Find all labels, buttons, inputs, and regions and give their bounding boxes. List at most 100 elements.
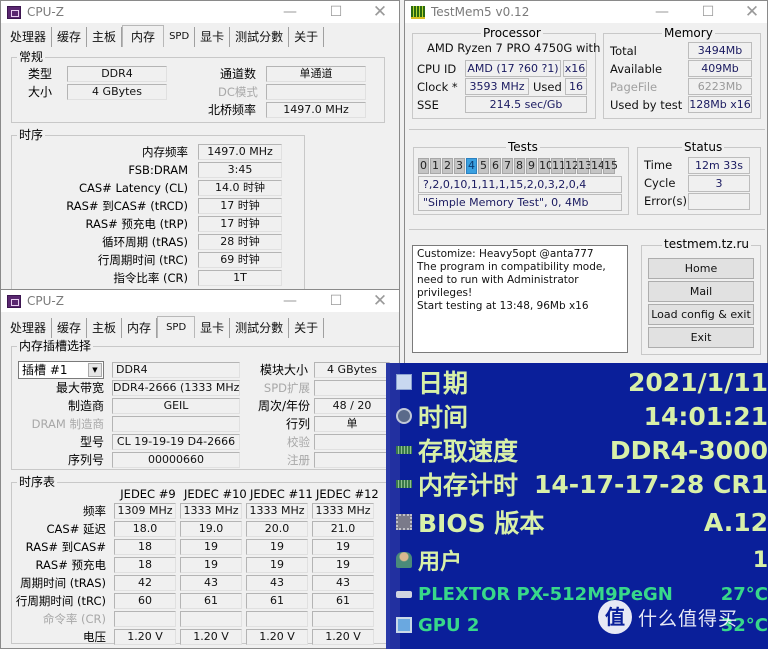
timing-label: FSB:DRAM bbox=[128, 163, 188, 177]
slot-select[interactable]: 插槽 #1 ▼ bbox=[18, 361, 104, 379]
tab-spd[interactable]: SPD bbox=[164, 27, 196, 47]
test-cell-10[interactable]: 10 bbox=[538, 158, 553, 174]
test-cell-9[interactable]: 9 bbox=[526, 158, 537, 174]
test-cell-2[interactable]: 2 bbox=[442, 158, 453, 174]
test-cell-1[interactable]: 1 bbox=[430, 158, 441, 174]
minimize-button[interactable]: — bbox=[645, 1, 679, 23]
sensor-value: DDR4-3000 bbox=[609, 435, 768, 465]
sensor-value: 14:01:21 bbox=[643, 401, 768, 431]
serial-number-label: 序列号 bbox=[67, 453, 104, 467]
memory-group-title: Memory bbox=[662, 26, 715, 40]
tab-mainboard[interactable]: 主板 bbox=[87, 318, 123, 338]
tab-spd[interactable]: SPD bbox=[157, 316, 196, 338]
week-year-value: 48 / 20 bbox=[314, 398, 390, 414]
dram-manufacturer-value bbox=[112, 416, 240, 432]
processor-group: Processor AMD Ryzen 7 PRO 4750G with CPU… bbox=[412, 26, 600, 119]
test-cell-6[interactable]: 6 bbox=[490, 158, 501, 174]
timing-label: 指令比率 (CR) bbox=[113, 271, 188, 285]
tab-memory[interactable]: 内存 bbox=[122, 318, 158, 338]
sensor-row: 日期 2021/1/11 bbox=[390, 365, 768, 399]
cycle-value: 3 bbox=[688, 175, 750, 192]
test-cell-3[interactable]: 3 bbox=[454, 158, 465, 174]
timing-value: 1497.0 MHz bbox=[198, 144, 282, 160]
tab-memory[interactable]: 内存 bbox=[122, 25, 165, 47]
general-group: 常规 类型 DDR4 大小 4 GBytes 通道数 单通道 DC模式 北桥频率… bbox=[11, 50, 385, 123]
slot-select-value: 插槽 #1 bbox=[22, 363, 68, 377]
timing-cell: 19 bbox=[180, 557, 242, 573]
tab-cpu[interactable]: 处理器 bbox=[5, 318, 53, 338]
close-button[interactable]: ✕ bbox=[363, 1, 397, 23]
tests-group-title: Tests bbox=[506, 140, 540, 154]
nb-freq-value: 1497.0 MHz bbox=[266, 102, 366, 118]
test-cell-5[interactable]: 5 bbox=[478, 158, 489, 174]
test-cell-14[interactable]: 14 bbox=[590, 158, 605, 174]
timing-cell: 43 bbox=[246, 575, 308, 591]
tab-about[interactable]: 关于 bbox=[289, 27, 325, 47]
tab-caches[interactable]: 缓存 bbox=[52, 27, 88, 47]
tab-mainboard[interactable]: 主板 bbox=[87, 27, 123, 47]
load-config-exit-button[interactable]: Load config & exit bbox=[648, 304, 754, 325]
test-cell-13[interactable]: 13 bbox=[577, 158, 592, 174]
timing-cell: 1.20 V bbox=[180, 629, 242, 645]
maximize-button[interactable]: ☐ bbox=[319, 1, 353, 23]
sensor-label: BIOS 版本 bbox=[418, 509, 545, 538]
exit-button[interactable]: Exit bbox=[648, 327, 754, 348]
test-cell-11[interactable]: 11 bbox=[551, 158, 566, 174]
part-number-label: 型号 bbox=[79, 435, 104, 449]
timing-cell: 19 bbox=[312, 539, 374, 555]
tab-bench[interactable]: 测試分數 bbox=[230, 27, 290, 47]
timing-label: RAS# 到CAS# (tRCD) bbox=[66, 199, 188, 213]
maximize-button[interactable]: ☐ bbox=[691, 1, 725, 23]
site-group-title: testmem.tz.ru bbox=[662, 237, 751, 251]
test-sequence: ?,2,0,10,1,11,1,15,2,0,3,2,0,4 bbox=[418, 176, 622, 193]
timing-row-label: CAS# 延迟 bbox=[46, 522, 107, 536]
test-cell-15[interactable]: 15 bbox=[603, 158, 618, 174]
timing-cell: 19.0 bbox=[180, 521, 242, 537]
clock-icon bbox=[396, 408, 412, 424]
tab-graphics[interactable]: 显卡 bbox=[195, 318, 231, 338]
registered-value bbox=[314, 452, 390, 468]
nb-freq-label: 北桥频率 bbox=[208, 103, 257, 117]
mail-button[interactable]: Mail bbox=[648, 281, 754, 302]
chevron-down-icon[interactable]: ▼ bbox=[88, 363, 102, 377]
tab-graphics[interactable]: 显卡 bbox=[195, 27, 231, 47]
size-label: 大小 bbox=[28, 85, 53, 99]
test-cell-8[interactable]: 8 bbox=[514, 158, 525, 174]
memory-group: Memory Total 3494Mb Available 409Mb Page… bbox=[603, 26, 761, 119]
tab-caches[interactable]: 缓存 bbox=[52, 318, 88, 338]
tab-bench[interactable]: 测試分數 bbox=[230, 318, 290, 338]
used-by-test-label: Used by test bbox=[610, 98, 683, 112]
tab-about[interactable]: 关于 bbox=[289, 318, 325, 338]
timing-value: 1T bbox=[198, 270, 282, 286]
timing-cell: 1309 MHz bbox=[114, 503, 176, 519]
home-button[interactable]: Home bbox=[648, 258, 754, 279]
cycle-label: Cycle bbox=[644, 176, 676, 190]
maximize-button[interactable]: ☐ bbox=[319, 290, 353, 312]
spd-ext-value bbox=[314, 380, 390, 396]
test-cell-4[interactable]: 4 bbox=[466, 158, 477, 174]
sensor-value: 1 bbox=[752, 547, 768, 573]
close-button[interactable]: ✕ bbox=[363, 290, 397, 312]
log-output[interactable]: Customize: Heavy5opt @anta777 The program… bbox=[412, 245, 628, 353]
spd-ext-label: SPD扩展 bbox=[263, 381, 310, 395]
clock-value: 3593 MHz bbox=[465, 78, 529, 95]
tab-cpu[interactable]: 处理器 bbox=[5, 27, 53, 47]
test-cell-0[interactable]: 0 bbox=[418, 158, 429, 174]
log-line: The program in compatibility mode, bbox=[417, 261, 606, 273]
ranks-label: 行列 bbox=[285, 417, 310, 431]
timing-label: 行周期时间 (tRC) bbox=[97, 253, 188, 267]
test-cell-12[interactable]: 12 bbox=[564, 158, 579, 174]
user-icon bbox=[396, 552, 412, 568]
close-button[interactable]: ✕ bbox=[735, 1, 767, 23]
minimize-button[interactable]: — bbox=[273, 1, 307, 23]
timing-cell: 1333 MHz bbox=[246, 503, 308, 519]
sensor-label: 用户 bbox=[418, 550, 463, 575]
test-cell-7[interactable]: 7 bbox=[502, 158, 513, 174]
title-bar: CPU-Z — ☐ ✕ bbox=[1, 290, 399, 312]
sse-label: SSE bbox=[417, 98, 439, 112]
manufacturer-label: 制造商 bbox=[67, 399, 104, 413]
divider bbox=[409, 129, 765, 130]
minimize-button[interactable]: — bbox=[273, 290, 307, 312]
size-value: 4 GBytes bbox=[67, 84, 167, 100]
timing-value: 69 时钟 bbox=[198, 252, 282, 268]
